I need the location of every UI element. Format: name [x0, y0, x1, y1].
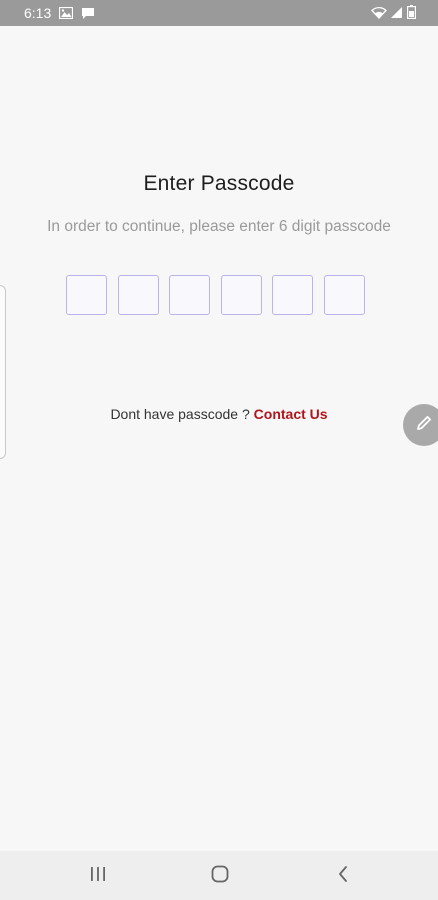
passcode-digit-3[interactable]: [169, 275, 211, 315]
floating-edit-button[interactable]: [403, 404, 438, 446]
passcode-digit-5[interactable]: [272, 275, 314, 315]
back-icon: [337, 865, 349, 888]
passcode-digit-1[interactable]: [66, 275, 107, 315]
page-title: Enter Passcode: [143, 172, 295, 195]
recents-icon: [89, 866, 107, 887]
wifi-icon: [371, 6, 387, 19]
passcode-digit-4[interactable]: [220, 275, 262, 315]
passcode-digit-6[interactable]: [323, 275, 365, 315]
contact-us-link[interactable]: Contact Us: [254, 406, 328, 422]
help-line: Dont have passcode ? Contact Us: [0, 406, 438, 422]
pencil-icon: [415, 414, 433, 437]
passcode-digit-2[interactable]: [117, 275, 159, 315]
gallery-icon: [59, 7, 74, 19]
status-left: 6:13: [24, 4, 95, 22]
home-icon: [211, 865, 229, 888]
passcode-input-group: [66, 275, 365, 315]
navigation-bar: [0, 851, 438, 900]
passcode-screen: 6:13 Enter Passcode In order to continue…: [0, 0, 438, 900]
edge-panel-handle[interactable]: [0, 285, 6, 459]
battery-icon: [407, 5, 416, 19]
home-button[interactable]: [205, 863, 235, 889]
signal-icon: [391, 6, 403, 19]
back-button[interactable]: [328, 863, 358, 889]
status-right: [371, 5, 416, 19]
status-time: 6:13: [24, 5, 52, 21]
recents-button[interactable]: [83, 863, 113, 889]
status-bar: 6:13: [0, 0, 438, 26]
help-prompt: Dont have passcode ?: [110, 406, 250, 422]
page-subtitle: In order to continue, please enter 6 dig…: [47, 218, 391, 235]
message-icon: [81, 7, 95, 20]
